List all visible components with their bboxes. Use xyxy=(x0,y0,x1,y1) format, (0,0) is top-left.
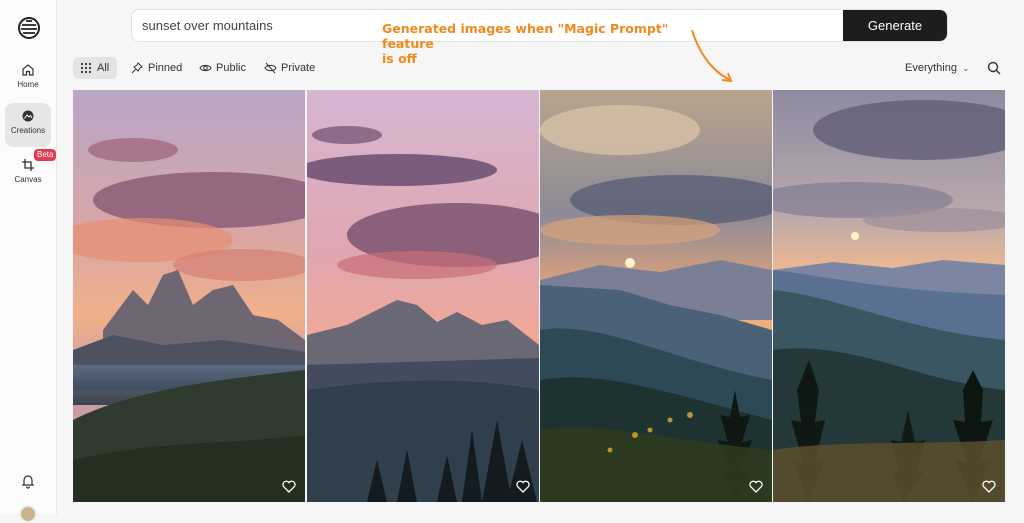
tab-private[interactable]: Private xyxy=(257,57,323,79)
generated-image xyxy=(540,90,772,502)
sidebar-item-home[interactable]: Home xyxy=(5,57,51,101)
eye-icon xyxy=(199,64,212,72)
generated-image xyxy=(307,90,539,502)
tab-label: Pinned xyxy=(148,62,183,74)
sidebar-item-creations[interactable]: Creations xyxy=(5,103,51,147)
image-tile-2[interactable] xyxy=(307,90,539,502)
heart-icon[interactable] xyxy=(982,480,996,493)
canvas-icon xyxy=(22,159,34,171)
eye-off-icon xyxy=(264,62,277,74)
image-tile-4[interactable] xyxy=(773,90,1005,502)
heart-icon[interactable] xyxy=(749,480,763,493)
bell-icon[interactable] xyxy=(20,473,36,489)
pin-icon xyxy=(131,62,143,74)
generated-image xyxy=(773,90,1005,502)
app-logo-icon[interactable] xyxy=(17,16,41,40)
annotation-line-2: is off xyxy=(382,51,417,66)
image-grid xyxy=(73,90,1005,502)
annotation-arrow-icon xyxy=(691,29,733,83)
search-icon[interactable] xyxy=(987,61,1001,75)
sidebar-item-label: Home xyxy=(17,80,39,89)
annotation-line-1: Generated images when "Magic Prompt" fea… xyxy=(382,21,669,51)
generated-image xyxy=(73,90,305,502)
tab-label: Private xyxy=(281,62,316,74)
tab-label: All xyxy=(97,62,110,74)
chevron-down-icon: ⌄ xyxy=(961,63,970,73)
grid-icon xyxy=(80,62,92,74)
avatar[interactable] xyxy=(19,505,37,523)
tab-pinned[interactable]: Pinned xyxy=(124,57,190,79)
sidebar-item-canvas[interactable]: Canvas Beta xyxy=(5,149,57,196)
annotation-text: Generated images when "Magic Prompt" fea… xyxy=(382,21,702,66)
heart-icon[interactable] xyxy=(282,480,296,493)
heart-icon[interactable] xyxy=(516,480,530,493)
generate-button[interactable]: Generate xyxy=(843,10,947,41)
creations-icon xyxy=(22,110,34,122)
scope-select[interactable]: Everything ⌄ xyxy=(905,62,970,74)
image-tile-1[interactable] xyxy=(73,90,305,502)
beta-badge: Beta xyxy=(34,149,57,161)
tab-all[interactable]: All xyxy=(73,57,118,79)
tab-public[interactable]: Public xyxy=(192,57,254,79)
sidebar-item-label: Canvas xyxy=(14,175,42,184)
home-icon xyxy=(22,64,34,76)
tab-label: Public xyxy=(216,62,246,74)
sidebar: Home Creations Canvas Beta xyxy=(0,0,57,523)
sidebar-item-label: Creations xyxy=(10,126,46,135)
image-tile-3[interactable] xyxy=(540,90,772,502)
scope-select-value: Everything xyxy=(905,62,957,74)
